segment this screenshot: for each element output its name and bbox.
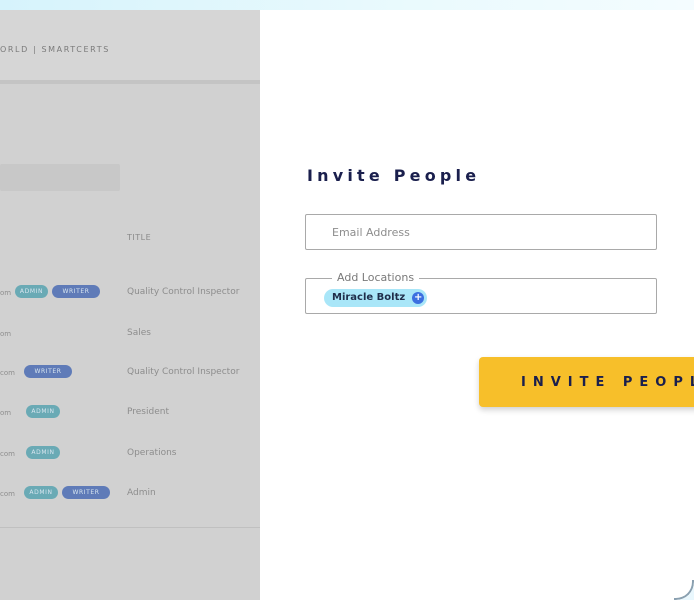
- admin-badge: ADMIN: [26, 405, 60, 418]
- invite-people-modal: Invite People Add Locations Miracle Bolt…: [260, 10, 694, 600]
- row-title: Quality Control Inspector: [127, 287, 240, 297]
- background-header: ORLD | SMARTCERTS: [0, 10, 260, 84]
- row-title: Sales: [127, 328, 151, 338]
- row-email: om: [0, 289, 12, 297]
- breadcrumb: ORLD | SMARTCERTS: [0, 45, 110, 54]
- table-row: om ADMIN WRITER Quality Control Inspecto…: [0, 285, 260, 305]
- writer-badge: WRITER: [52, 285, 100, 298]
- plus-icon[interactable]: +: [412, 292, 425, 304]
- row-title: Quality Control Inspector: [127, 367, 240, 377]
- row-email: om: [0, 330, 12, 338]
- modal-corner: [674, 580, 694, 600]
- background-users-page: ORLD | SMARTCERTS TITLE om ADMIN WRITER …: [0, 10, 260, 600]
- row-email: com: [0, 490, 15, 498]
- table-row: com ADMIN WRITER Admin: [0, 486, 260, 506]
- table-divider: [0, 527, 260, 528]
- writer-badge: WRITER: [24, 365, 72, 378]
- location-chip[interactable]: Miracle Boltz +: [324, 289, 428, 307]
- table-row: com WRITER Quality Control Inspector: [0, 365, 260, 385]
- table-row: om Sales: [0, 326, 260, 346]
- modal-title: Invite People: [307, 166, 481, 185]
- add-locations-label: Add Locations: [332, 271, 420, 284]
- row-title: President: [127, 407, 169, 417]
- background-search-bar: [0, 164, 120, 191]
- add-locations-field[interactable]: Add Locations Miracle Boltz +: [305, 271, 657, 314]
- invite-people-button[interactable]: INVITE PEOPLE: [479, 357, 694, 407]
- admin-badge: ADMIN: [24, 486, 58, 499]
- writer-badge: WRITER: [62, 486, 110, 499]
- table-row: com ADMIN Operations: [0, 446, 260, 466]
- row-title: Operations: [127, 448, 177, 458]
- admin-badge: ADMIN: [15, 285, 48, 298]
- row-email: om: [0, 409, 12, 417]
- row-email: com: [0, 369, 15, 377]
- location-chip-label: Miracle Boltz: [332, 292, 406, 303]
- admin-badge: ADMIN: [26, 446, 60, 459]
- email-address-input[interactable]: [305, 214, 657, 250]
- row-title: Admin: [127, 488, 156, 498]
- row-email: com: [0, 450, 15, 458]
- column-header-title: TITLE: [127, 233, 152, 242]
- table-row: om ADMIN President: [0, 405, 260, 425]
